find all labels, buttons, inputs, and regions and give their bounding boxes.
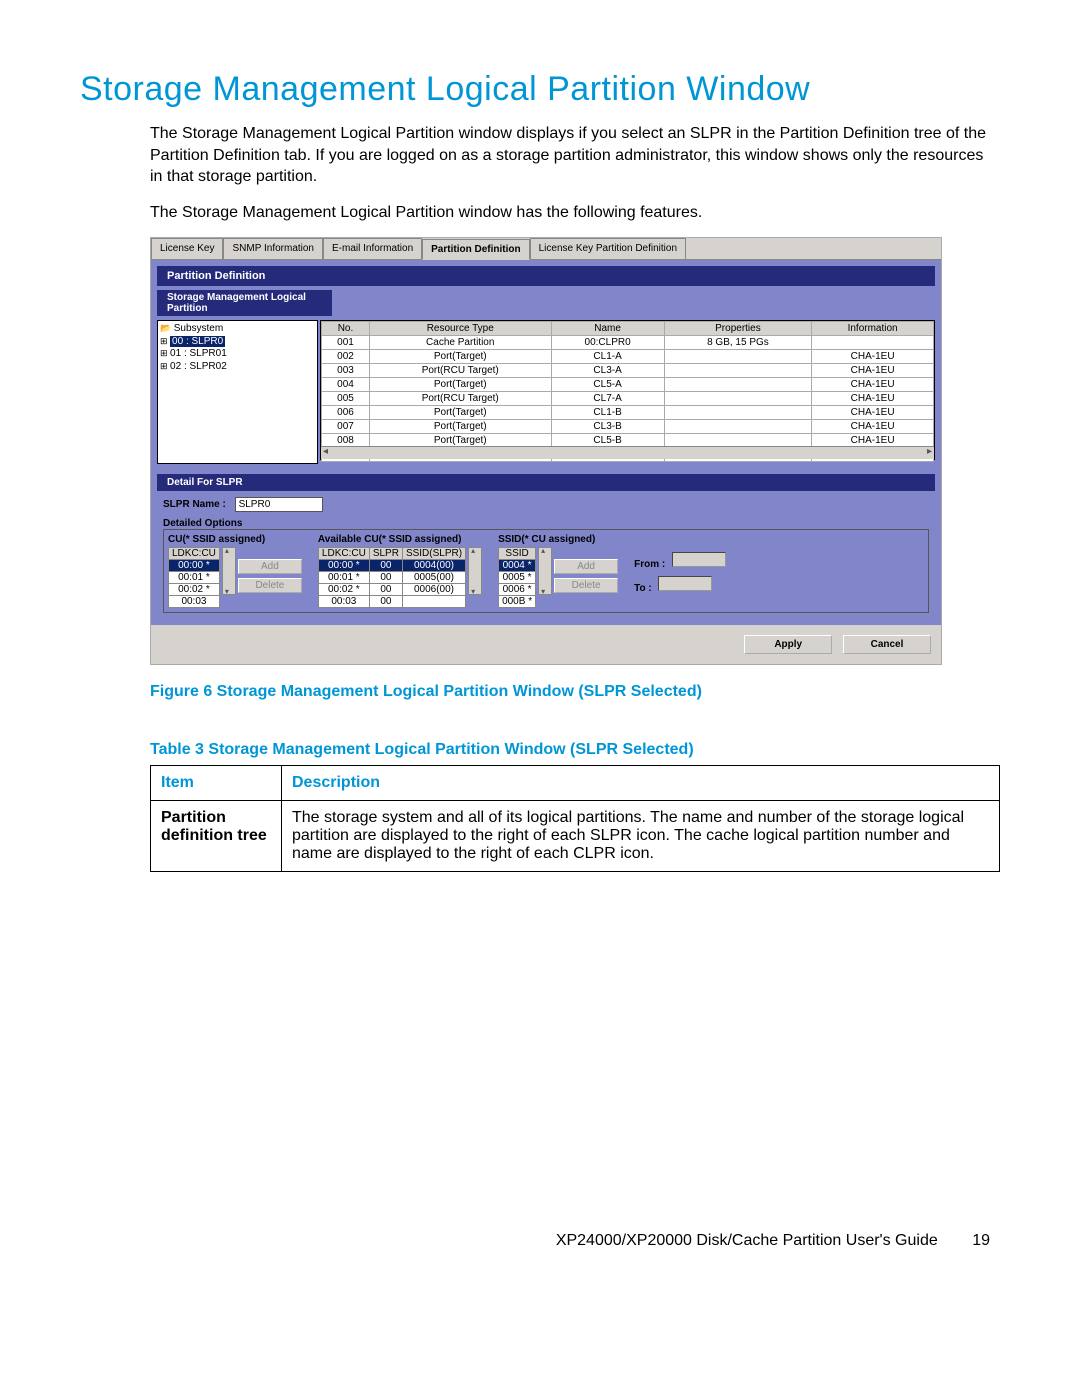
desc-row-item: Partition definition tree [151,801,282,872]
resource-table[interactable]: No. Resource Type Name Properties Inform… [321,321,934,462]
ssid-add-button[interactable]: Add [554,559,618,574]
horizontal-scrollbar[interactable] [321,446,934,459]
tab-snmp[interactable]: SNMP Information [223,238,323,259]
cu-table[interactable]: LDKC:CU 00:00 * 00:01 * 00:02 * 00:03 [168,547,220,608]
table-row: Partition definition tree The storage sy… [151,801,1000,872]
slpr-name-input[interactable]: SLPR0 [235,497,323,512]
cu-delete-button[interactable]: Delete [238,578,302,593]
description-table: Item Description Partition definition tr… [150,765,1000,872]
desc-header-description: Description [282,766,1000,801]
screenshot-panel: License Key SNMP Information E-mail Info… [150,237,942,665]
tree-item-0[interactable]: 00 : SLPR0 [160,336,315,349]
col-name[interactable]: Name [551,322,664,336]
ssid-scrollbar[interactable] [538,547,552,595]
to-label: To : [634,583,652,594]
cu-add-button[interactable]: Add [238,559,302,574]
available-cu-label: Available CU(* SSID assigned) [318,534,482,545]
col-properties[interactable]: Properties [664,322,812,336]
col-resource-type[interactable]: Resource Type [369,322,551,336]
panel-title: Partition Definition [157,266,935,286]
tab-email[interactable]: E-mail Information [323,238,422,259]
tab-bar: License Key SNMP Information E-mail Info… [151,238,941,260]
cu-scrollbar[interactable] [222,547,236,595]
slpr-name-label: SLPR Name : [163,499,226,510]
table-caption: Table 3 Storage Management Logical Parti… [150,741,1000,759]
desc-header-item: Item [151,766,282,801]
cancel-button[interactable]: Cancel [843,635,931,654]
ssid-list-label: SSID(* CU assigned) [498,534,618,545]
ssid-table[interactable]: SSID 0004 * 0005 * 0006 * 000B * [498,547,536,608]
from-label: From : [634,559,665,570]
page-title: Storage Management Logical Partition Win… [80,70,1000,109]
intro-paragraph-1: The Storage Management Logical Partition… [150,123,1000,188]
page-footer: XP24000/XP20000 Disk/Cache Partition Use… [80,1232,1000,1250]
table-row[interactable]: 003Port(RCU Target)CL3-ACHA-1EU [322,364,934,378]
tab-license-key[interactable]: License Key [151,238,223,259]
footer-doc-title: XP24000/XP20000 Disk/Cache Partition Use… [556,1232,938,1249]
desc-row-description: The storage system and all of its logica… [282,801,1000,872]
apply-button[interactable]: Apply [744,635,832,654]
detailed-options-label: Detailed Options [163,518,242,529]
tree-item-2[interactable]: 02 : SLPR02 [160,361,315,374]
tree-item-1[interactable]: 01 : SLPR01 [160,348,315,361]
table-row[interactable]: 005Port(RCU Target)CL7-ACHA-1EU [322,392,934,406]
table-row[interactable]: 002Port(Target)CL1-ACHA-1EU [322,350,934,364]
tree-root[interactable]: Subsystem [160,323,315,336]
available-cu-scrollbar[interactable] [468,547,482,595]
footer-page-number: 19 [972,1232,990,1250]
col-no[interactable]: No. [322,322,370,336]
intro-paragraph-2: The Storage Management Logical Partition… [150,202,1000,224]
available-cu-table[interactable]: LDKC:CU SLPR SSID(SLPR) 00:00 *000004(00… [318,547,466,608]
partition-tree[interactable]: Subsystem 00 : SLPR0 01 : SLPR01 02 : SL… [157,320,318,464]
table-row[interactable]: 006Port(Target)CL1-BCHA-1EU [322,406,934,420]
table-row[interactable]: 004Port(Target)CL5-ACHA-1EU [322,378,934,392]
tab-license-key-partition[interactable]: License Key Partition Definition [530,238,686,259]
figure-caption: Figure 6 Storage Management Logical Part… [150,683,1000,701]
panel-subtitle: Storage Management Logical Partition [157,290,332,316]
to-input[interactable] [658,576,712,591]
table-row[interactable]: 007Port(Target)CL3-BCHA-1EU [322,420,934,434]
from-input[interactable] [672,552,726,567]
resource-table-wrap: No. Resource Type Name Properties Inform… [320,320,935,460]
detail-title: Detail For SLPR [157,474,935,491]
tab-partition-definition[interactable]: Partition Definition [422,239,529,260]
table-row[interactable]: 001Cache Partition00:CLPR08 GB, 15 PGs [322,336,934,350]
ssid-delete-button[interactable]: Delete [554,578,618,593]
col-information[interactable]: Information [812,322,934,336]
cu-list-label: CU(* SSID assigned) [168,534,302,545]
